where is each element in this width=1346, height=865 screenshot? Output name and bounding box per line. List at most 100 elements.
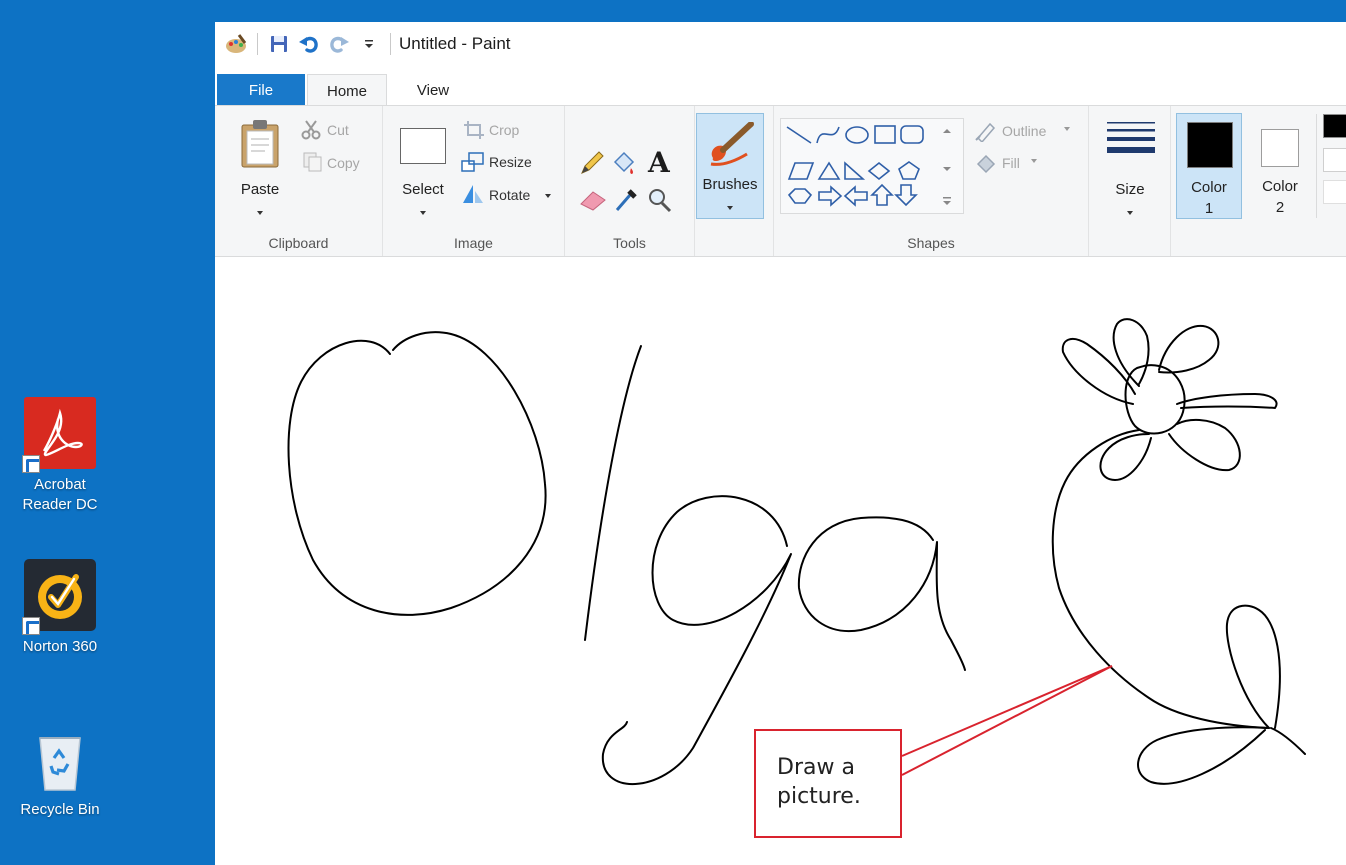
shortcut-arrow-icon — [22, 455, 40, 473]
stroke-petal — [1168, 418, 1241, 472]
stroke-letter-o — [287, 331, 547, 616]
stroke-petal — [1061, 337, 1136, 405]
stroke-flower-stem — [1051, 429, 1270, 729]
rotate-button[interactable]: Rotate — [489, 187, 530, 203]
palette-swatch-black[interactable] — [1323, 114, 1346, 138]
chevron-down-icon — [727, 206, 733, 210]
crop-button[interactable]: Crop — [489, 122, 519, 138]
paint-app-icon[interactable] — [223, 31, 249, 57]
tab-file[interactable]: File — [217, 74, 305, 106]
svg-text:A: A — [647, 146, 671, 178]
ribbon-tabs: File Home View — [215, 66, 1346, 107]
brushes-button[interactable]: Brushes — [696, 113, 764, 219]
instruction-callout: Draw a picture. — [754, 729, 902, 838]
rotate-icon[interactable] — [461, 183, 485, 205]
pencil-icon[interactable] — [579, 150, 605, 176]
clipboard-group: Paste Cut Copy Clipboard — [215, 106, 383, 256]
color-picker-icon[interactable] — [613, 186, 639, 214]
tools-group-label: Tools — [613, 235, 646, 251]
desktop-icon-label: Acrobat — [34, 476, 86, 493]
resize-button[interactable]: Resize — [489, 154, 532, 170]
select-rectangle-icon — [400, 128, 446, 164]
color-1-button[interactable]: Color 1 — [1176, 113, 1242, 219]
select-button[interactable]: Select — [393, 116, 453, 234]
shapes-gallery[interactable] — [780, 118, 964, 214]
size-button[interactable]: Size — [1097, 116, 1163, 226]
ribbon: Paste Cut Copy Clipboard Select Crop Res… — [215, 105, 1346, 257]
cut-icon[interactable] — [301, 120, 321, 140]
desktop-icon-recycle-bin[interactable]: Recycle Bin — [0, 722, 120, 820]
shapes-group: Outline Fill Shapes — [773, 106, 1089, 256]
chevron-down-icon — [1031, 159, 1037, 163]
line-size-icon — [1107, 122, 1155, 153]
copy-icon[interactable] — [303, 152, 323, 172]
stroke-letter-a — [797, 516, 966, 671]
chevron-down-icon — [257, 211, 263, 215]
outline-icon[interactable] — [974, 120, 998, 142]
eraser-icon[interactable] — [579, 188, 607, 212]
stroke-petal — [1112, 318, 1150, 387]
chevron-down-icon — [420, 211, 426, 215]
customize-quick-access-icon[interactable] — [356, 31, 382, 57]
desktop-icon-label: Recycle Bin — [20, 801, 100, 818]
fill-icon[interactable] — [974, 152, 998, 174]
image-group-label: Image — [454, 235, 493, 251]
palette-swatch-white[interactable] — [1323, 148, 1346, 172]
color-2-button[interactable]: Color 2 — [1247, 113, 1313, 219]
cut-button[interactable]: Cut — [327, 122, 349, 138]
color-2-number: 2 — [1275, 199, 1285, 216]
size-group: Size — [1089, 106, 1171, 256]
select-label: Select — [402, 181, 444, 198]
undo-icon[interactable] — [296, 31, 322, 57]
copy-button[interactable]: Copy — [327, 155, 360, 171]
callout-line-1: Draw a — [777, 755, 855, 780]
paste-button[interactable]: Paste — [227, 116, 293, 234]
fill-button[interactable]: Fill — [1002, 155, 1020, 171]
size-label: Size — [1115, 181, 1145, 198]
color-1-label-text: Color — [1191, 179, 1227, 196]
stroke-petal — [1176, 393, 1278, 409]
color-2-label: Color 2 — [1247, 176, 1313, 218]
text-icon[interactable]: A — [645, 146, 675, 178]
paste-label: Paste — [240, 181, 280, 198]
stroke-petal — [1158, 324, 1220, 374]
outline-button[interactable]: Outline — [1002, 123, 1046, 139]
tools-group: A Tools — [565, 106, 695, 256]
magnifier-icon[interactable] — [647, 186, 673, 214]
paste-icon — [241, 120, 279, 168]
tab-view[interactable]: View — [393, 74, 473, 106]
shapes-gallery-icons — [786, 125, 951, 207]
stroke-leaf — [1225, 604, 1281, 729]
resize-icon[interactable] — [461, 151, 485, 173]
chevron-down-icon — [1127, 211, 1133, 215]
stroke-leaf — [1137, 726, 1268, 785]
divider — [390, 33, 391, 55]
shapes-group-label: Shapes — [907, 235, 955, 251]
stroke-leaf-tip — [1270, 727, 1306, 755]
window-title: Untitled - Paint — [399, 34, 511, 53]
desktop-icon-norton[interactable]: Norton 360 — [0, 559, 120, 657]
redo-icon[interactable] — [326, 31, 352, 57]
desktop-icon-label: Norton 360 — [22, 638, 98, 655]
crop-icon[interactable] — [463, 120, 485, 140]
palette-separator — [1316, 114, 1317, 218]
brushes-label: Brushes — [702, 176, 758, 193]
stroke-flower-center — [1124, 364, 1186, 435]
save-icon[interactable] — [266, 31, 292, 57]
color-1-label: Color 1 — [1177, 177, 1241, 219]
title-bar: Untitled - Paint — [215, 22, 1346, 66]
chevron-down-icon — [1064, 127, 1070, 131]
chevron-down-icon — [545, 194, 551, 198]
desktop-icon-acrobat[interactable]: Acrobat Reader DC — [0, 397, 120, 516]
brushes-group: Brushes — [695, 106, 773, 256]
tab-home[interactable]: Home — [307, 74, 387, 107]
fill-bucket-icon[interactable] — [611, 150, 637, 176]
desktop: Acrobat Reader DC Norton 360 Recycle Bin — [0, 0, 215, 865]
desktop-icon-label-line2: Reader DC — [22, 496, 98, 514]
brush-icon — [710, 122, 754, 166]
color-1-swatch — [1187, 122, 1233, 168]
shortcut-arrow-icon — [22, 617, 40, 635]
palette-swatch-empty[interactable] — [1323, 180, 1346, 204]
color-1-number: 1 — [1204, 200, 1214, 217]
color-2-swatch — [1261, 129, 1299, 167]
